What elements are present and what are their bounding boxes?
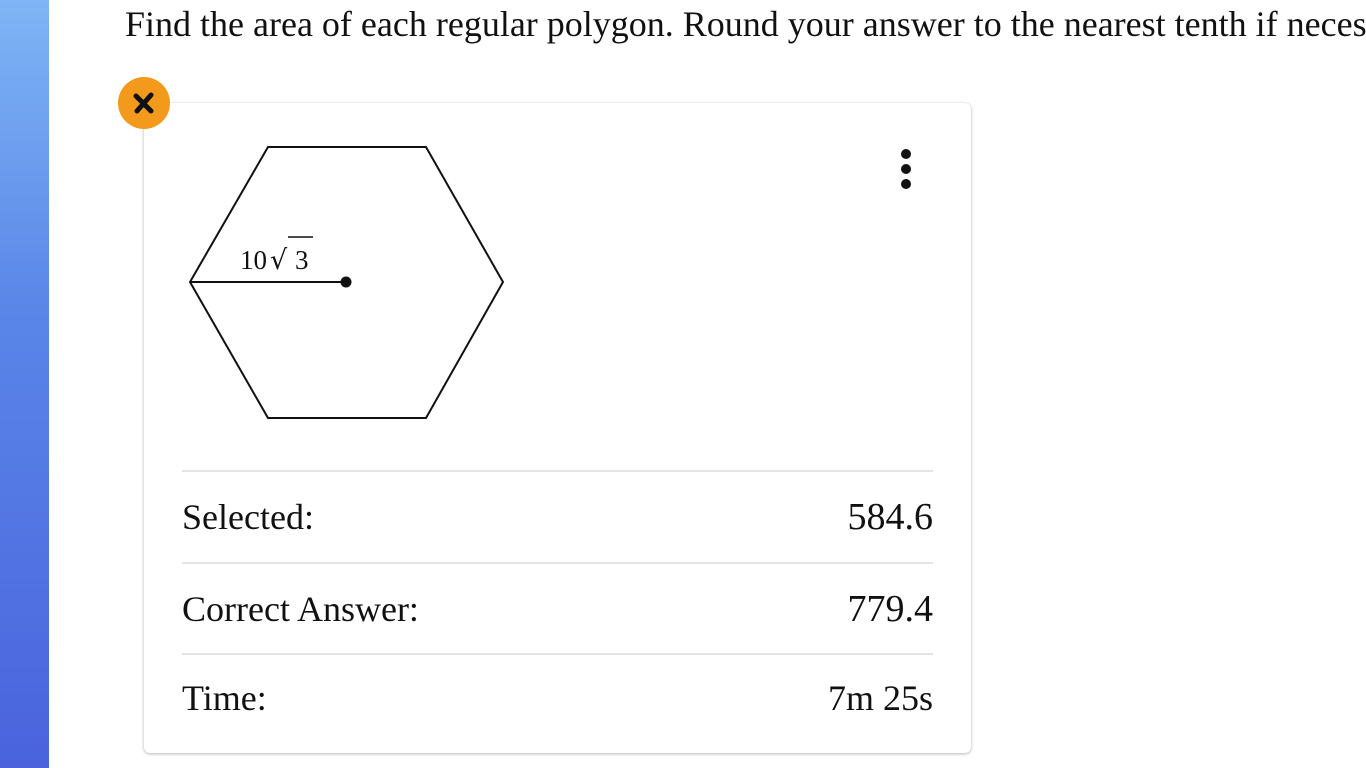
side-rail — [0, 0, 49, 768]
question-review-page: Find the area of each regular polygon. R… — [0, 0, 1366, 768]
measure-radicand: 3 — [295, 245, 309, 275]
measure-coefficient: 10 — [240, 245, 267, 275]
question-prompt: Find the area of each regular polygon. R… — [125, 4, 1366, 44]
close-icon — [133, 92, 154, 114]
time-label: Time: — [182, 678, 267, 718]
correct-answer-label: Correct Answer: — [182, 588, 419, 629]
answer-summary: Selected: 584.6 Correct Answer: 779.4 Ti… — [182, 470, 933, 741]
incorrect-badge[interactable] — [118, 77, 170, 129]
hexagon-figure: 10 √ 3 — [188, 146, 505, 419]
center-point — [340, 276, 352, 288]
selected-value: 584.6 — [847, 496, 934, 538]
time-row: Time: 7m 25s — [182, 653, 933, 741]
selected-row: Selected: 584.6 — [182, 470, 933, 562]
radical-symbol: √ — [270, 245, 288, 276]
answer-card: 10 √ 3 Selected: 584.6 Correct Answer: 7… — [144, 103, 971, 753]
more-options-button[interactable] — [889, 145, 923, 193]
selected-label: Selected: — [182, 497, 314, 537]
correct-answer-row: Correct Answer: 779.4 — [182, 562, 933, 653]
time-value: 7m 25s — [827, 678, 933, 718]
more-vertical-icon — [901, 149, 911, 189]
correct-answer-value: 779.4 — [847, 587, 934, 630]
